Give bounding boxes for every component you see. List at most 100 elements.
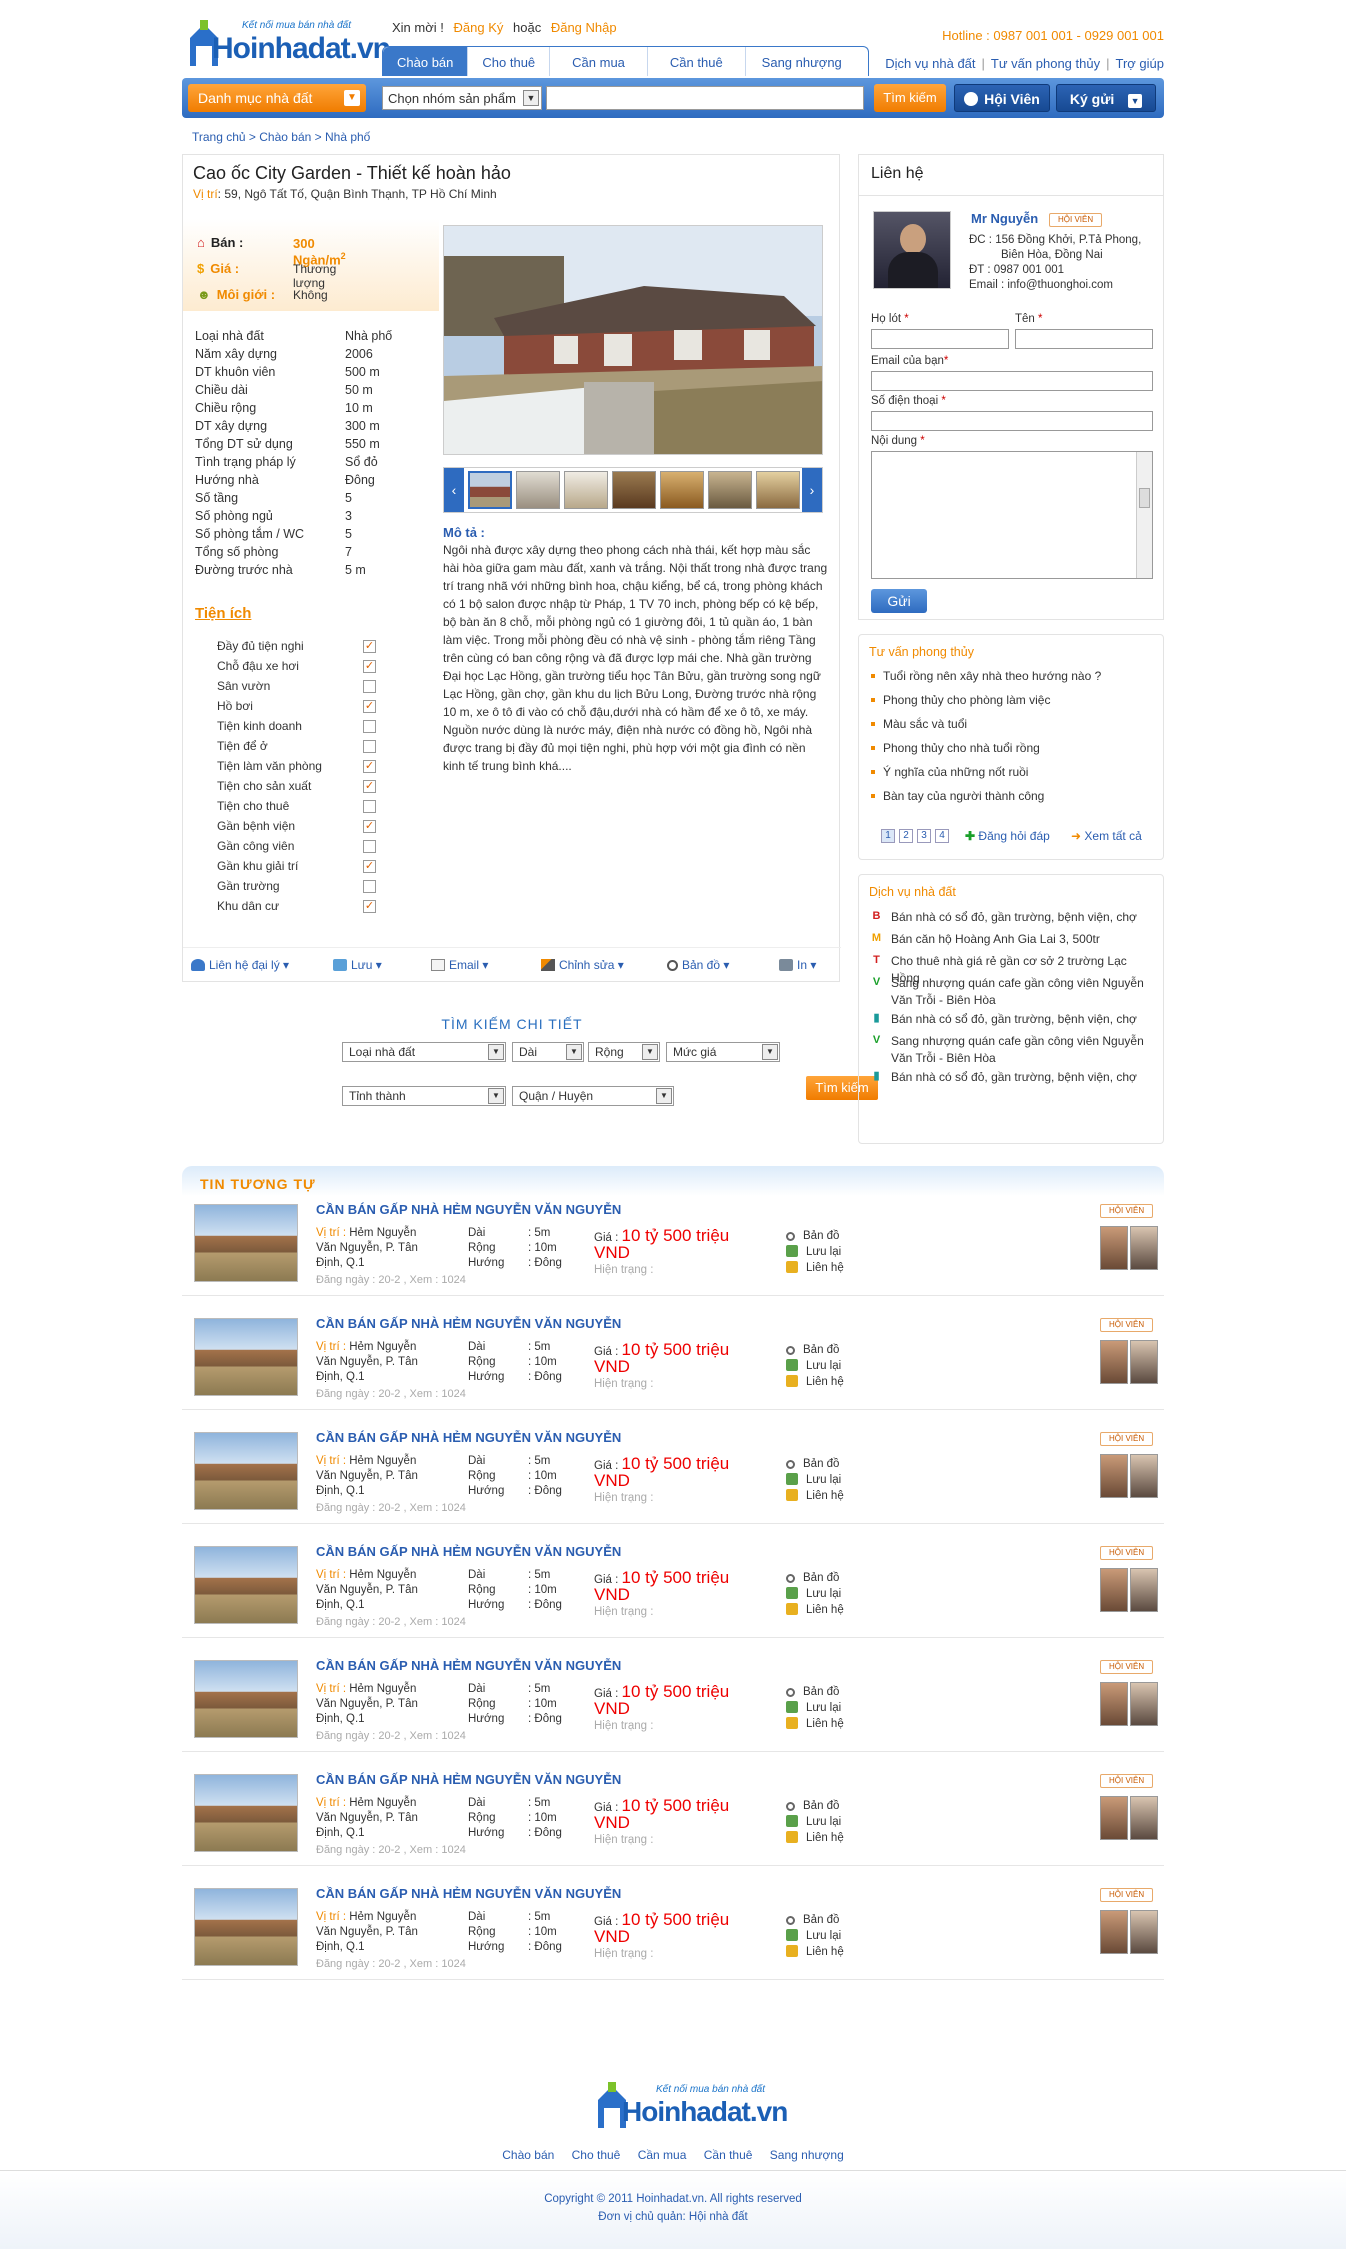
service-item[interactable]: B Bán nhà có sổ đỏ, gần trường, bệnh viện… [871,909,1151,926]
amenity-checkbox[interactable]: ✓ [363,640,376,653]
amenity-checkbox[interactable] [363,800,376,813]
content-textarea[interactable] [871,451,1153,579]
amenity-checkbox[interactable]: ✓ [363,820,376,833]
related-title-link[interactable]: CẦN BÁN GẤP NHÀ HẺM NGUYỄN VĂN NGUYỄN [316,1430,621,1445]
amenity-checkbox[interactable]: ✓ [363,860,376,873]
agent-photo[interactable] [1130,1568,1158,1612]
related-item[interactable]: CẦN BÁN GẤP NHÀ HẺM NGUYỄN VĂN NGUYỄN Vị … [182,1532,1164,1638]
scrollbar[interactable] [1136,452,1152,578]
related-title-link[interactable]: CẦN BÁN GẤP NHÀ HẺM NGUYỄN VĂN NGUYỄN [316,1772,621,1787]
lastname-input[interactable] [871,329,1009,349]
map-link[interactable]: Bản đồ [786,1456,844,1472]
tab-sang-nhuong[interactable]: Sang nhượng [746,47,868,76]
contact-link[interactable]: Liên hệ [786,1602,844,1618]
contact-link[interactable]: Liên hệ [786,1830,844,1846]
related-title-link[interactable]: CẦN BÁN GẤP NHÀ HẺM NGUYỄN VĂN NGUYỄN [316,1658,621,1673]
next-arrow-icon[interactable]: › [802,468,822,512]
agent-photo[interactable] [1130,1682,1158,1726]
fengshui-item[interactable]: Bàn tay của người thành công [871,789,1044,803]
page-3[interactable]: 3 [917,829,931,843]
fengshui-item[interactable]: Ý nghĩa của những nốt ruồi [871,765,1028,779]
login-link[interactable]: Đăng Nhập [551,20,617,35]
contact-link[interactable]: Liên hệ [786,1374,844,1390]
page-4[interactable]: 4 [935,829,949,843]
related-item[interactable]: CẦN BÁN GẤP NHÀ HẺM NGUYỄN VĂN NGUYỄN Vị … [182,1760,1164,1866]
agent-photo[interactable] [1100,1226,1128,1270]
agent-photo[interactable] [1100,1796,1128,1840]
map-link[interactable]: Bản đồ [786,1798,844,1814]
fengshui-item[interactable]: Phong thủy cho nhà tuổi rồng [871,741,1040,755]
amenity-checkbox[interactable] [363,680,376,693]
tab-can-thue[interactable]: Cần thuê [648,47,746,76]
agent-photo[interactable] [1130,1340,1158,1384]
footer-logo[interactable]: Kết nối mua bán nhà đất Hoinhadat.vn [594,2076,788,2134]
search-button[interactable]: Tìm kiếm [874,84,946,112]
send-button[interactable]: Gửi [871,589,927,613]
thumbnail[interactable] [516,471,560,509]
service-item[interactable]: V Sang nhượng quán cafe gần công viên Ngu… [871,1033,1151,1067]
register-link[interactable]: Đăng Ký [454,20,504,35]
service-item[interactable]: ▮ Bán nhà có sổ đỏ, gần trường, bệnh viện… [871,1069,1151,1086]
tab-chao-ban[interactable]: Chào bán [383,47,469,76]
contact-agent-action[interactable]: Liên hệ đại lý ▾ [191,958,289,972]
tab-can-mua[interactable]: Cần mua [550,47,648,76]
thumbnail[interactable] [708,471,752,509]
thumbnail[interactable] [612,471,656,509]
related-title-link[interactable]: CẦN BÁN GẤP NHÀ HẺM NGUYỄN VĂN NGUYỄN [316,1202,621,1217]
length-select[interactable]: Dài ▼ [512,1042,584,1062]
listing-thumbnail[interactable] [194,1318,298,1396]
amenity-checkbox[interactable]: ✓ [363,760,376,773]
thumbnail[interactable] [564,471,608,509]
related-title-link[interactable]: CẦN BÁN GẤP NHÀ HẺM NGUYỄN VĂN NGUYỄN [316,1886,621,1901]
agent-photo[interactable] [1100,1340,1128,1384]
agent-photo[interactable] [1130,1910,1158,1954]
footer-link-can-mua[interactable]: Cần mua [638,2148,687,2162]
agent-photo[interactable] [1100,1682,1128,1726]
amenity-checkbox[interactable]: ✓ [363,660,376,673]
contact-link[interactable]: Liên hệ [786,1488,844,1504]
related-item[interactable]: CẦN BÁN GẤP NHÀ HẺM NGUYỄN VĂN NGUYỄN Vị … [182,1304,1164,1410]
contact-link[interactable]: Liên hệ [786,1944,844,1960]
contact-name[interactable]: Mr Nguyễn [971,211,1038,226]
ask-question-link[interactable]: ✚ Đăng hỏi đáp [965,829,1050,843]
contact-link[interactable]: Liên hệ [786,1260,844,1276]
footer-link-can-thue[interactable]: Cần thuê [704,2148,753,2162]
service-item[interactable]: ▮ Bán nhà có sổ đỏ, gần trường, bệnh viện… [871,1011,1151,1028]
page-1[interactable]: 1 [881,829,895,843]
save-link[interactable]: Lưu lại [786,1358,844,1374]
thumbnail[interactable] [468,471,512,509]
category-dropdown[interactable]: Danh mục nhà đất ▼ [188,84,366,112]
map-link[interactable]: Bản đồ [786,1570,844,1586]
site-logo[interactable]: Kết nối mua bán nhà đất Hoinhadat.vn [186,14,391,72]
post-button[interactable]: Ký gửi ▼ [1056,84,1156,112]
breadcrumb[interactable]: Trang chủ > Chào bán > Nhà phố [192,130,370,144]
map-link[interactable]: Bản đồ [786,1228,844,1244]
save-action[interactable]: Lưu ▾ [333,958,382,972]
thumbnail[interactable] [756,471,800,509]
save-link[interactable]: Lưu lại [786,1700,844,1716]
save-link[interactable]: Lưu lại [786,1814,844,1830]
save-link[interactable]: Lưu lại [786,1244,844,1260]
listing-thumbnail[interactable] [194,1432,298,1510]
main-photo[interactable] [443,225,823,455]
agent-photo[interactable] [1130,1796,1158,1840]
amenity-checkbox[interactable]: ✓ [363,780,376,793]
map-link[interactable]: Bản đồ [786,1912,844,1928]
price-range-select[interactable]: Mức giá ▼ [666,1042,780,1062]
width-select[interactable]: Rộng ▼ [588,1042,660,1062]
listing-thumbnail[interactable] [194,1546,298,1624]
listing-thumbnail[interactable] [194,1888,298,1966]
thumbnail[interactable] [660,471,704,509]
phone-field[interactable] [871,411,1153,431]
listing-thumbnail[interactable] [194,1204,298,1282]
amenity-checkbox[interactable] [363,740,376,753]
service-item[interactable]: M Bán căn hộ Hoàng Anh Gia Lai 3, 500tr [871,931,1151,948]
contact-link[interactable]: Liên hệ [786,1716,844,1732]
save-link[interactable]: Lưu lại [786,1928,844,1944]
province-select[interactable]: Tỉnh thành ▼ [342,1086,506,1106]
related-item[interactable]: CẦN BÁN GẤP NHÀ HẺM NGUYỄN VĂN NGUYỄN Vị … [182,1646,1164,1752]
edit-action[interactable]: Chỉnh sửa ▾ [541,958,624,972]
property-type-select[interactable]: Loại nhà đất ▼ [342,1042,506,1062]
save-link[interactable]: Lưu lại [786,1472,844,1488]
product-group-select[interactable]: Chọn nhóm sản phẩm ▼ [382,86,542,110]
